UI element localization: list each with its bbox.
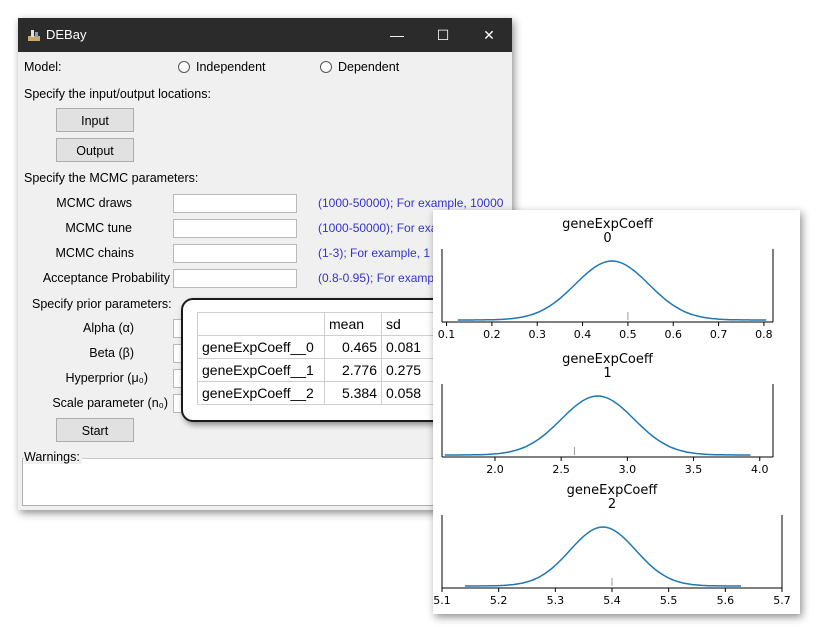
- x-tick-label: 2.0: [486, 463, 504, 476]
- radio-independent-label: Independent: [196, 60, 266, 74]
- table-cell: 0.275: [381, 358, 435, 382]
- mcmc-chains-input[interactable]: [173, 244, 297, 263]
- close-button[interactable]: ✕: [466, 18, 512, 52]
- table-cell: 0.058: [381, 381, 435, 405]
- table-cell: 2.776: [324, 358, 382, 382]
- warnings-label: Warnings:: [24, 450, 82, 464]
- x-tick-label: 5.4: [603, 594, 621, 607]
- mcmc-tune-label: MCMC tune: [65, 221, 132, 235]
- x-tick-label: 5.1: [433, 594, 451, 607]
- acceptance-probability-label: Acceptance Probability: [42, 271, 170, 285]
- subplot-title: geneExpCoeff: [567, 483, 659, 498]
- x-tick-label: 0.6: [664, 328, 682, 341]
- radio-independent[interactable]: [178, 61, 190, 73]
- density-curve: [444, 395, 751, 456]
- x-tick-label: 5.2: [490, 594, 508, 607]
- beta-label: Beta (β): [89, 346, 134, 360]
- input-button[interactable]: Input: [56, 108, 134, 132]
- minimize-button[interactable]: —: [374, 18, 420, 52]
- x-tick-label: 5.5: [660, 594, 678, 607]
- mcmc-chains-label: MCMC chains: [55, 246, 135, 260]
- app-icon: [28, 30, 40, 41]
- title-bar: DEBay — ☐ ✕: [18, 18, 512, 52]
- x-tick-label: 0.4: [574, 328, 592, 341]
- table-cell: geneExpCoeff__2: [197, 381, 325, 405]
- subplot-title: geneExpCoeff: [562, 217, 654, 232]
- maximize-button[interactable]: ☐: [420, 18, 466, 52]
- scale-parameter-label: Scale parameter (n₀): [52, 396, 168, 410]
- summary-table-panel: mean sd geneExpCoeff__0 0.465 0.081 gene…: [181, 298, 447, 422]
- x-tick-label: 2.5: [552, 463, 570, 476]
- prior-heading: Specify prior parameters:: [32, 297, 172, 311]
- subplot-title: geneExpCoeff: [562, 352, 654, 367]
- table-cell: 0.081: [381, 335, 435, 359]
- x-tick-label: 3.5: [685, 463, 703, 476]
- x-tick-label: 0.3: [528, 328, 546, 341]
- x-tick-label: 0.2: [483, 328, 501, 341]
- window-title: DEBay: [46, 27, 87, 42]
- mcmc-heading: Specify the MCMC parameters:: [24, 171, 199, 185]
- table-header-cell: mean: [324, 312, 382, 336]
- density-curve: [457, 260, 767, 321]
- radio-dependent-label: Dependent: [338, 60, 400, 74]
- mcmc-draws-label: MCMC draws: [56, 196, 132, 210]
- posterior-plot-panel: geneExpCoeff 0 0.1 0.2 0.3 0.4 0.5 0.6 0.7 0.8 gen…: [433, 210, 800, 614]
- x-tick-label: 0.1: [438, 328, 456, 341]
- output-button[interactable]: Output: [56, 138, 134, 162]
- x-tick-label: 0.5: [619, 328, 637, 341]
- acceptance-probability-input[interactable]: [173, 269, 297, 288]
- subplot-subtitle: 1: [603, 366, 611, 381]
- table-header-row: mean sd: [197, 312, 435, 336]
- table-cell: 5.384: [324, 381, 382, 405]
- table-row: geneExpCoeff__1 2.776 0.275: [197, 358, 435, 382]
- table-cell: geneExpCoeff__1: [197, 358, 325, 382]
- x-tick-label: 5.7: [773, 594, 791, 607]
- posterior-plots: geneExpCoeff00.1 0.2 0.3 0.4 0.5 0.6 0.7 0.8gen…: [433, 217, 791, 607]
- start-button[interactable]: Start: [56, 418, 134, 442]
- subplot-subtitle: 2: [608, 497, 616, 512]
- table-cell: 0.465: [324, 335, 382, 359]
- x-tick-label: 0.8: [755, 328, 773, 341]
- subplot-subtitle: 0: [603, 231, 611, 246]
- summary-table: mean sd geneExpCoeff__0 0.465 0.081 gene…: [197, 312, 435, 405]
- x-tick-label: 3.0: [619, 463, 637, 476]
- mcmc-draws-input[interactable]: [173, 194, 297, 213]
- x-tick-label: 5.3: [547, 594, 565, 607]
- table-header-cell: sd: [381, 312, 435, 336]
- mcmc-draws-hint: (1000-50000); For example, 10000: [318, 196, 504, 210]
- hyperprior-label: Hyperprior (μ₀): [65, 371, 148, 385]
- table-header-cell: [197, 312, 325, 336]
- io-heading: Specify the input/output locations:: [24, 87, 211, 101]
- x-tick-label: 4.0: [751, 463, 769, 476]
- density-curve: [464, 526, 741, 587]
- model-label: Model:: [24, 60, 62, 74]
- table-row: geneExpCoeff__0 0.465 0.081: [197, 335, 435, 359]
- alpha-label: Alpha (α): [83, 321, 134, 335]
- mcmc-tune-input[interactable]: [173, 219, 297, 238]
- x-tick-label: 5.6: [717, 594, 735, 607]
- table-row: geneExpCoeff__2 5.384 0.058: [197, 381, 435, 405]
- mcmc-chains-hint: (1-3); For example, 1: [318, 246, 431, 260]
- x-tick-label: 0.7: [710, 328, 728, 341]
- warnings-box[interactable]: [22, 458, 504, 506]
- table-cell: geneExpCoeff__0: [197, 335, 325, 359]
- radio-dependent[interactable]: [320, 61, 332, 73]
